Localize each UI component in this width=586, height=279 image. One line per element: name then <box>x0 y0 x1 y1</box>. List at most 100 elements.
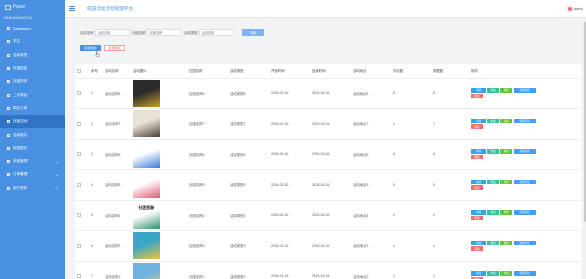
sidebar-item-0[interactable]: Dashboard <box>0 22 65 35</box>
table-row: 6 活动名称3 社团名称3 活动类型3 2024-03-16 2024-03-16 活动地点… <box>75 230 581 262</box>
cell-place: 活动地点6 <box>351 139 391 170</box>
activity-image[interactable] <box>133 140 160 168</box>
scrollbar-thumb[interactable] <box>583 22 586 222</box>
review-button[interactable]: 审核 <box>500 210 513 215</box>
row-checkbox[interactable] <box>77 213 81 218</box>
search-label-name: 活动名称 <box>80 31 94 35</box>
sidebar-item-12[interactable]: 用户资料 ⌄ <box>0 182 65 195</box>
comment-button[interactable]: 查看评论 <box>513 149 536 154</box>
activity-name-input[interactable] <box>95 29 131 36</box>
row-checkbox[interactable] <box>77 243 81 248</box>
activity-table: 序号 活动名称 活动图片 社团名称 活动类型 开始时间 结束时间 活动地点 评论数 收藏数 操作 1… <box>75 64 581 279</box>
detail-button[interactable]: 详情 <box>471 118 486 124</box>
sidebar-item-2[interactable]: 活动类型 <box>0 49 65 62</box>
logo-icon <box>5 4 11 10</box>
cell-type: 活动类型6 <box>228 139 269 170</box>
row-checkbox-cell <box>75 78 89 109</box>
edit-button[interactable]: 修改 <box>487 118 500 124</box>
edit-button[interactable]: 修改 <box>487 240 500 246</box>
comment-button[interactable]: 查看评论 <box>513 240 536 246</box>
cell-club: 社团名称5 <box>187 169 228 201</box>
sidebar-item-label: 购买订单 <box>13 105 28 110</box>
menu-toggle-icon[interactable] <box>69 6 75 11</box>
mouse-cursor-icon <box>95 51 100 57</box>
table-row: 7 活动名称2 社团名称2 活动类型2 2024-03-16 2024-03-16 活动地点… <box>75 261 581 279</box>
edit-button[interactable]: 修改 <box>487 179 500 185</box>
search-button[interactable]: 查询 <box>242 29 265 36</box>
detail-button[interactable]: 详情 <box>471 88 486 93</box>
cell-name: 活动名称3 <box>103 230 131 262</box>
sidebar-item-1[interactable]: 学生 <box>0 35 65 48</box>
sidebar-item-label: 二手物品 <box>13 92 28 97</box>
comment-button[interactable]: 查看评论 <box>513 210 536 215</box>
sidebar-item-label: Dashboard <box>13 26 31 31</box>
avatar[interactable] <box>567 6 573 12</box>
detail-button[interactable]: 详情 <box>471 271 486 276</box>
column-header: 活动类型 <box>228 64 269 79</box>
comment-button[interactable]: 查看评论 <box>513 118 536 124</box>
cell-place: 活动地点4 <box>351 200 391 231</box>
activity-image[interactable] <box>133 262 160 279</box>
activity-type-input[interactable] <box>199 29 235 36</box>
sidebar-item-8[interactable]: 活动报名 <box>0 128 65 141</box>
activity-image[interactable] <box>133 171 160 199</box>
batch-delete-button[interactable]: 批量删除 <box>104 45 125 51</box>
cell-start: 2024-03-16 <box>269 261 310 279</box>
delete-button[interactable]: 删除 <box>471 93 483 99</box>
row-checkbox[interactable] <box>77 91 81 96</box>
row-checkbox[interactable] <box>77 121 81 126</box>
activity-image[interactable]: 社团招新 <box>133 201 160 229</box>
review-button[interactable]: 审核 <box>500 179 513 185</box>
activity-icon <box>7 120 10 124</box>
row-checkbox[interactable] <box>77 182 81 187</box>
cell-start: 2024-03-16 <box>269 78 310 109</box>
cell-club: 社团名称4 <box>187 200 228 231</box>
sidebar-menu: Dashboard 学生 活动类型 社团信息 社团风采二手物品购买订单社团活动 活动报名校… <box>0 22 65 195</box>
sidebar-item-11[interactable]: 订单管理 ⌄ <box>0 168 65 181</box>
review-button[interactable]: 审核 <box>500 271 513 276</box>
sidebar-item-6[interactable]: 购买订单 <box>0 102 65 115</box>
sidebar-item-7[interactable]: 社团活动 <box>0 115 65 129</box>
row-checkbox[interactable] <box>77 152 81 157</box>
detail-button[interactable]: 详情 <box>471 149 486 154</box>
comment-button[interactable]: 查看评论 <box>513 271 536 276</box>
edit-button[interactable]: 修改 <box>487 210 500 215</box>
goods-icon <box>7 93 10 97</box>
activity-image[interactable] <box>133 110 160 138</box>
sidebar-item-5[interactable]: 二手物品 <box>0 88 65 101</box>
activity-image[interactable] <box>133 232 160 260</box>
sidebar-item-9[interactable]: 校园资讯 <box>0 142 65 155</box>
delete-button[interactable]: 删除 <box>471 215 483 221</box>
comment-button[interactable]: 查看评论 <box>513 179 536 185</box>
cell-club: 社团名称7 <box>187 108 228 140</box>
delete-button[interactable]: 删除 <box>471 185 483 190</box>
select-all-checkbox[interactable] <box>77 68 81 73</box>
chevron-down-icon: ⌄ <box>54 158 59 164</box>
sidebar-item-10[interactable]: 系统管理 ⌄ <box>0 155 65 168</box>
user-name[interactable]: admin <box>574 7 583 11</box>
edit-button[interactable]: 修改 <box>487 88 500 93</box>
activity-image[interactable] <box>133 79 160 107</box>
comment-button[interactable]: 查看评论 <box>513 88 536 93</box>
cell-club: 社团名称2 <box>187 261 228 279</box>
review-button[interactable]: 审核 <box>500 149 513 154</box>
user-icon <box>7 186 10 190</box>
delete-button[interactable]: 删除 <box>471 246 483 251</box>
category-icon <box>7 53 10 57</box>
row-checkbox[interactable] <box>77 274 81 279</box>
detail-button[interactable]: 详情 <box>471 240 486 246</box>
review-button[interactable]: 审核 <box>500 240 513 246</box>
cell-end: 2024-03-16 <box>310 230 351 262</box>
delete-button[interactable]: 删除 <box>471 124 483 129</box>
detail-button[interactable]: 详情 <box>471 210 486 215</box>
sidebar-item-3[interactable]: 社团信息 <box>0 62 65 75</box>
edit-button[interactable]: 修改 <box>487 149 500 154</box>
club-name-input[interactable] <box>147 29 183 36</box>
review-button[interactable]: 审核 <box>500 88 513 93</box>
delete-button[interactable]: 删除 <box>471 154 483 160</box>
edit-button[interactable]: 修改 <box>487 271 500 276</box>
detail-button[interactable]: 详情 <box>471 179 486 185</box>
cell-favorites: 3 <box>431 230 469 262</box>
sidebar-item-4[interactable]: 社团风采 <box>0 75 65 88</box>
review-button[interactable]: 审核 <box>500 118 513 124</box>
